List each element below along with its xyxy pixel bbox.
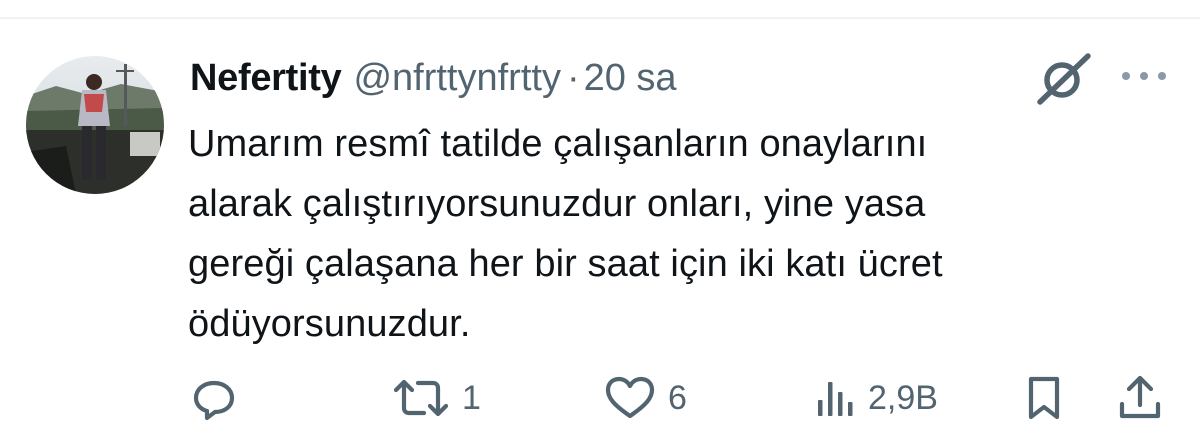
separator-dot: · <box>566 56 580 99</box>
bookmark-button[interactable] <box>1024 370 1064 426</box>
author-name[interactable]: Nefertity <box>190 57 342 100</box>
tweet-text: Umarım resmî tatilde çalışanların onayla… <box>188 123 943 345</box>
reply-icon <box>193 380 235 421</box>
share-icon <box>1119 375 1161 419</box>
like-count: 6 <box>668 378 687 417</box>
retweet-icon <box>393 379 449 417</box>
author-handle[interactable]: @nfrttynfrtty <box>353 57 561 100</box>
like-button[interactable]: 6 <box>604 370 687 426</box>
divider <box>0 17 1200 19</box>
views-count: 2,9B <box>868 378 938 417</box>
heart-icon <box>605 376 655 419</box>
share-button[interactable] <box>1116 370 1164 426</box>
grok-icon[interactable] <box>1034 50 1094 106</box>
tweet-header: Nefertity @nfrttynfrtty · 20 sa <box>190 52 677 104</box>
tweet-card[interactable]: Nefertity @nfrttynfrtty · 20 sa Umarım r… <box>0 0 1200 444</box>
avatar[interactable] <box>26 56 164 194</box>
more-options-icon[interactable] <box>1118 68 1170 84</box>
retweet-count: 1 <box>462 378 481 417</box>
timestamp[interactable]: 20 sa <box>584 57 677 100</box>
reply-button[interactable] <box>190 370 250 426</box>
views-icon <box>818 382 853 416</box>
bookmark-icon <box>1028 376 1060 420</box>
views-button[interactable]: 2,9B <box>814 370 938 426</box>
retweet-button[interactable]: 1 <box>392 370 481 426</box>
